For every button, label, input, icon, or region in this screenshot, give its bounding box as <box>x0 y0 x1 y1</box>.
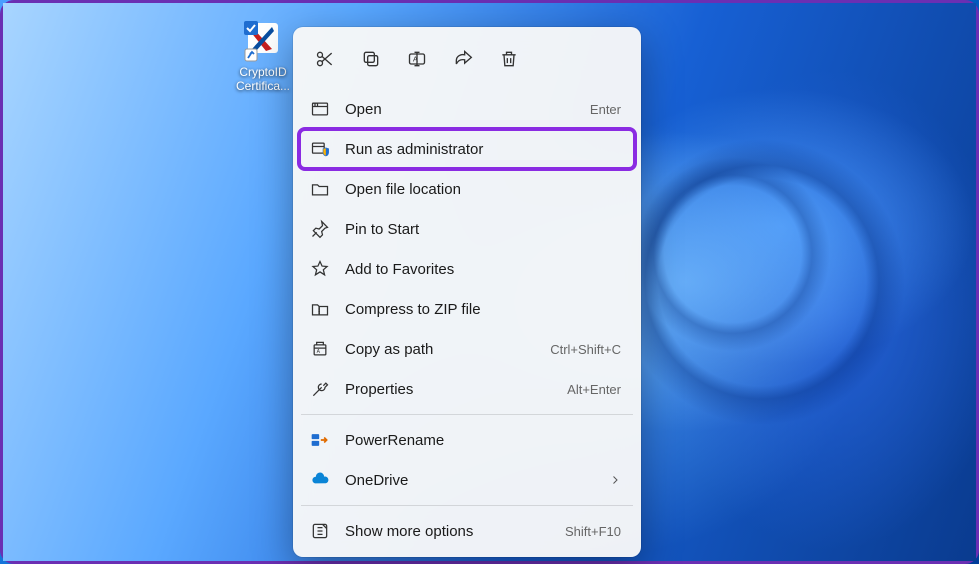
menu-item-compress-zip[interactable]: Compress to ZIP file <box>299 289 635 329</box>
menu-item-shortcut: Ctrl+Shift+C <box>550 342 621 357</box>
menu-item-label: Copy as path <box>345 341 550 358</box>
menu-item-label: OneDrive <box>345 472 601 489</box>
menu-item-copy-path[interactable]: A Copy as path Ctrl+Shift+C <box>299 329 635 369</box>
folder-icon <box>309 178 331 200</box>
menu-separator <box>301 414 633 415</box>
menu-item-onedrive[interactable]: OneDrive <box>299 460 635 500</box>
menu-item-show-more[interactable]: Show more options Shift+F10 <box>299 511 635 551</box>
open-icon <box>309 98 331 120</box>
menu-item-properties[interactable]: Properties Alt+Enter <box>299 369 635 409</box>
menu-item-label: Pin to Start <box>345 221 621 238</box>
pin-icon <box>309 218 331 240</box>
delete-button[interactable] <box>487 39 531 79</box>
zip-icon <box>309 298 331 320</box>
menu-item-pin-start[interactable]: Pin to Start <box>299 209 635 249</box>
rename-button[interactable]: A <box>395 39 439 79</box>
chevron-right-icon <box>609 474 621 486</box>
menu-item-label: Compress to ZIP file <box>345 301 621 318</box>
share-button[interactable] <box>441 39 485 79</box>
star-icon <box>309 258 331 280</box>
menu-item-label: Add to Favorites <box>345 261 621 278</box>
more-options-icon <box>309 520 331 542</box>
menu-item-label: PowerRename <box>345 432 621 449</box>
menu-item-shortcut: Enter <box>590 102 621 117</box>
powerrename-icon <box>309 429 331 451</box>
copy-icon <box>361 49 381 69</box>
trash-icon <box>499 49 519 69</box>
menu-item-shortcut: Shift+F10 <box>565 524 621 539</box>
rename-icon: A <box>407 49 427 69</box>
desktop-shortcut[interactable]: CryptoID Certifica... <box>228 21 298 93</box>
onedrive-icon <box>309 469 331 491</box>
menu-item-shortcut: Alt+Enter <box>567 382 621 397</box>
desktop-shortcut-label: CryptoID Certifica... <box>228 65 298 93</box>
shield-admin-icon <box>309 138 331 160</box>
menu-item-open-location[interactable]: Open file location <box>299 169 635 209</box>
copy-button[interactable] <box>349 39 393 79</box>
menu-item-label: Properties <box>345 381 567 398</box>
wrench-icon <box>309 378 331 400</box>
menu-item-open[interactable]: Open Enter <box>299 89 635 129</box>
menu-separator <box>301 505 633 506</box>
menu-item-powerrename[interactable]: PowerRename <box>299 420 635 460</box>
menu-item-label: Show more options <box>345 523 565 540</box>
svg-text:A: A <box>413 55 418 64</box>
context-menu: A Open Enter Run as administrator Open f… <box>293 27 641 557</box>
quick-actions-row: A <box>299 33 635 89</box>
share-icon <box>453 49 473 69</box>
menu-item-label: Open file location <box>345 181 621 198</box>
app-shortcut-icon <box>242 21 284 63</box>
copy-path-icon: A <box>309 338 331 360</box>
menu-item-add-favorites[interactable]: Add to Favorites <box>299 249 635 289</box>
menu-item-label: Open <box>345 101 590 118</box>
cut-button[interactable] <box>303 39 347 79</box>
menu-item-run-as-admin[interactable]: Run as administrator <box>297 127 637 171</box>
scissors-icon <box>315 49 335 69</box>
menu-item-label: Run as administrator <box>345 141 621 158</box>
